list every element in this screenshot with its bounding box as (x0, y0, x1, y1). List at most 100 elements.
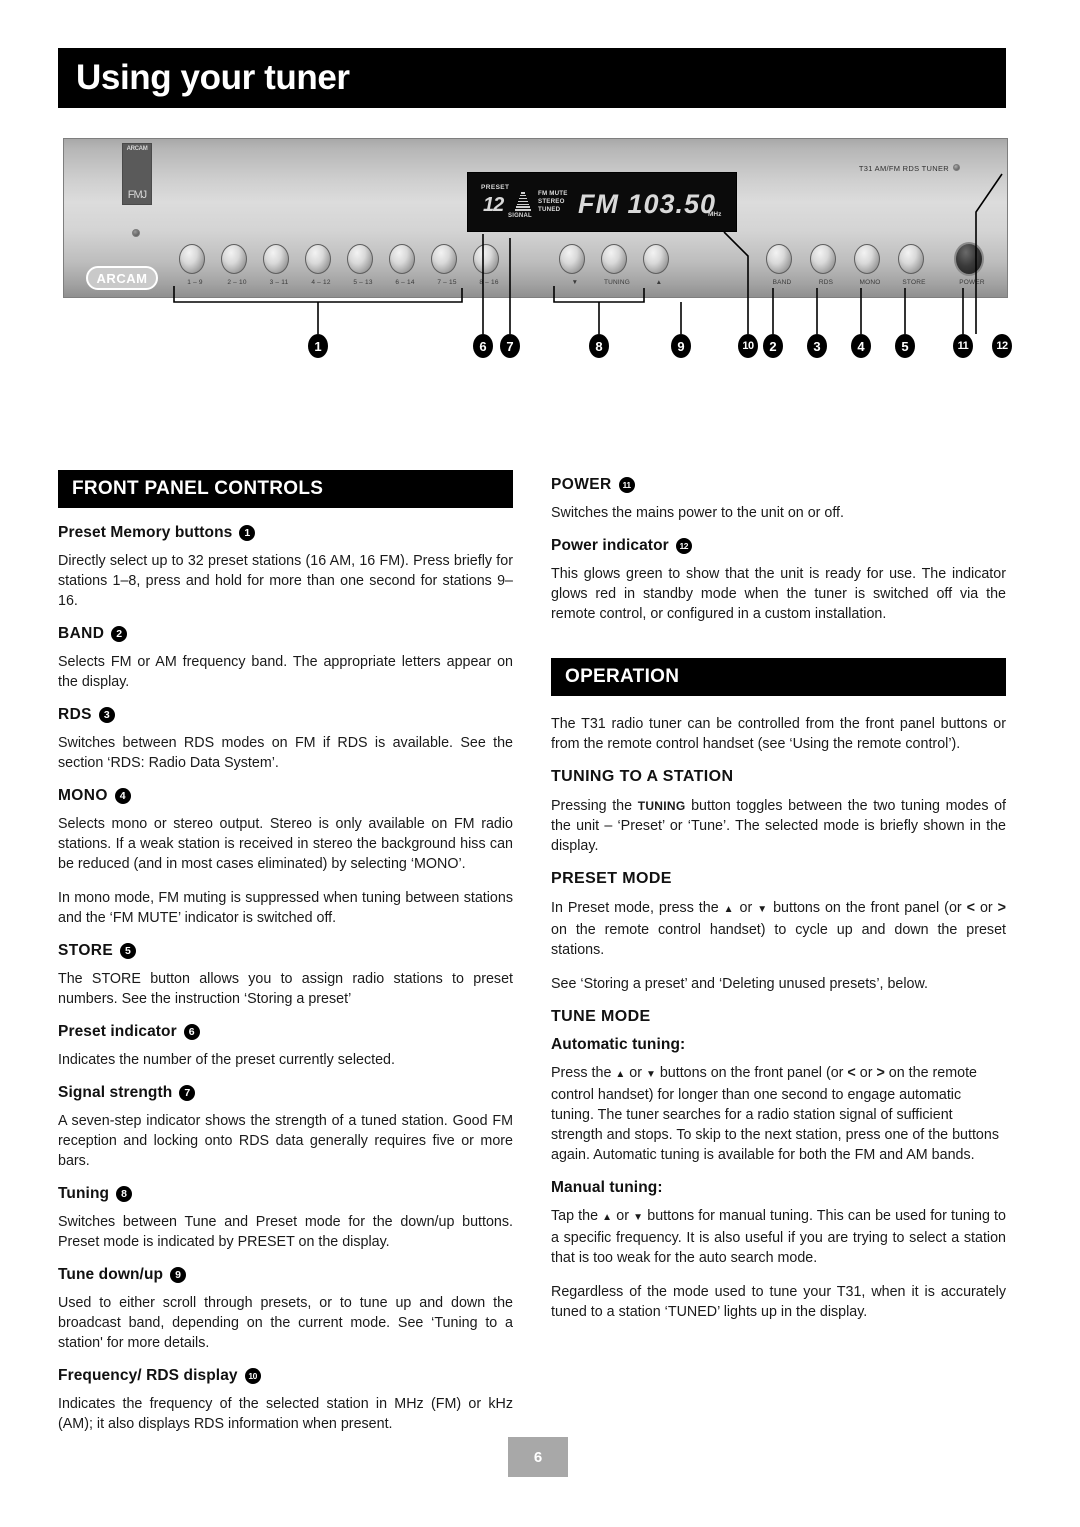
preset-button-2[interactable] (221, 244, 247, 274)
text-preset-indicator: Indicates the number of the preset curre… (58, 1052, 395, 1068)
left-chevron-icon: < (966, 900, 975, 916)
heading-power-text: POWER (551, 476, 612, 493)
heading-tuning-to-a-station: TUNING TO A STATION (551, 768, 734, 785)
heading-band-text: BAND (58, 625, 105, 642)
heading-tune-mode: TUNE MODE (551, 1008, 651, 1025)
arcam-logo: ARCAM (86, 266, 158, 290)
tune-up-button[interactable] (643, 244, 669, 274)
display-frequency: FM 103.50 (578, 189, 717, 219)
store-button[interactable] (898, 244, 924, 274)
text-manual-tuning-2: Regardless of the mode used to tune your… (551, 1284, 1006, 1320)
display-status-flags: FM MUTE STEREO TUNED (538, 190, 568, 213)
text-operation-intro: The T31 radio tuner can be controlled fr… (551, 716, 1006, 752)
heading-frequency-rds-display-text: Frequency/ RDS display (58, 1367, 238, 1384)
display-flag-tuned: TUNED (538, 205, 561, 213)
heading-store: STORE 5 (58, 942, 513, 960)
preset-button-1-label: 1 – 9 (187, 279, 203, 286)
preset-button-5[interactable] (347, 244, 373, 274)
heading-preset-indicator-text: Preset indicator (58, 1023, 177, 1040)
preset-button-8[interactable] (473, 244, 499, 274)
heading-rds: RDS 3 (58, 706, 513, 724)
section-operation-title: OPERATION (565, 666, 680, 687)
arrow-down-icon-auto (646, 1065, 656, 1081)
preset-mode-part-d: or (974, 900, 998, 916)
brand-strip-bottom-label: FMJ (127, 189, 147, 201)
callout-6: 6 (473, 334, 493, 358)
power-button[interactable] (954, 242, 984, 276)
heading-band: BAND 2 (58, 625, 513, 643)
text-preset-mode-2: See ‘Storing a preset’ and ‘Deleting unu… (551, 976, 928, 992)
text-manual-tuning-1: Tap the or buttons for manual tuning. Th… (551, 1206, 1006, 1268)
text-preset-mode-1: In Preset mode, press the or buttons on … (551, 898, 1006, 960)
inline-callout-8: 8 (116, 1186, 133, 1202)
power-button-label: POWER (959, 279, 985, 286)
heading-store-text: STORE (58, 942, 114, 959)
preset-mode-part-a: In Preset mode, press the (551, 900, 724, 916)
heading-automatic-tuning: Automatic tuning: (551, 1036, 686, 1053)
auto-part-c: buttons on the front panel (or (655, 1065, 848, 1081)
text-tuning-part1: Pressing the (551, 798, 638, 814)
preset-button-1[interactable] (179, 244, 205, 274)
tune-down-button[interactable] (559, 244, 585, 274)
preset-button-4[interactable] (305, 244, 331, 274)
band-button-label: BAND (772, 279, 792, 286)
callout-9: 9 (671, 334, 691, 358)
band-button[interactable] (766, 244, 792, 274)
store-button-label: STORE (902, 279, 926, 286)
arrow-down-icon-manual (633, 1208, 643, 1224)
heading-rds-text: RDS (58, 706, 92, 723)
text-tuning-to-a-station: Pressing the TUNING button toggles betwe… (551, 796, 1006, 856)
preset-button-3-label: 3 – 11 (269, 279, 289, 286)
preset-button-8-label: 8 – 16 (479, 279, 499, 286)
brand-strip: ARCAM FMJ (122, 143, 152, 205)
tuning-mode-button[interactable] (601, 244, 627, 274)
rds-button-label: RDS (818, 279, 834, 286)
heading-tune-down-up: Tune down/up 9 (58, 1266, 513, 1284)
heading-signal-strength: Signal strength 7 (58, 1084, 513, 1102)
heading-power: POWER 11 (551, 476, 1006, 494)
tuner-front-panel-figure: ARCAM FMJ ARCAM 1 – 9 2 – 10 3 – 11 4 – … (58, 138, 1012, 368)
text-tuning: Switches between Tune and Preset mode fo… (58, 1214, 513, 1250)
text-mono-1: Selects mono or stereo output. Stereo is… (58, 816, 513, 872)
section-front-panel-controls: FRONT PANEL CONTROLS (58, 470, 513, 508)
preset-button-2-label: 2 – 10 (227, 279, 247, 286)
text-frequency-rds-display: Indicates the frequency of the selected … (58, 1396, 513, 1432)
inline-callout-12: 12 (675, 538, 692, 554)
callout-2: 2 (763, 334, 783, 358)
text-store: The STORE button allows you to assign ra… (58, 971, 513, 1007)
heading-power-indicator: Power indicator 12 (551, 537, 1006, 555)
right-chevron-icon: > (997, 900, 1006, 916)
text-signal-strength: A seven-step indicator shows the strengt… (58, 1113, 513, 1169)
callout-8: 8 (589, 334, 609, 358)
preset-button-4-label: 4 – 12 (311, 279, 331, 286)
page-title: Using your tuner (76, 58, 350, 97)
tuner-display: PRESET 12 SIGNAL FM MUTE STEREO TUNED FM… (467, 172, 737, 232)
heading-preset-memory-buttons: Preset Memory buttons 1 (58, 524, 513, 542)
inline-callout-2: 2 (111, 626, 128, 642)
manual-part-b: or (612, 1208, 634, 1224)
manual-part-a: Tap the (551, 1208, 603, 1224)
text-rds: Switches between RDS modes on FM if RDS … (58, 735, 513, 771)
infrared-sensor-icon (132, 229, 140, 237)
inline-callout-7: 7 (179, 1085, 196, 1101)
text-tuning-bold: TUNING (637, 799, 686, 813)
text-preset-memory-buttons: Directly select up to 32 preset stations… (58, 553, 513, 609)
preset-button-3[interactable] (263, 244, 289, 274)
page-number: 6 (508, 1437, 568, 1477)
mono-button[interactable] (854, 244, 880, 274)
callout-11: 11 (953, 334, 973, 358)
callout-1: 1 (308, 334, 328, 358)
preset-mode-part-e: on the remote control handset) to cycle … (551, 922, 1006, 958)
preset-button-6[interactable] (389, 244, 415, 274)
display-signal-label: SIGNAL (508, 213, 532, 219)
text-tune-down-up: Used to either scroll through presets, o… (58, 1295, 513, 1351)
heading-frequency-rds-display: Frequency/ RDS display 10 (58, 1367, 513, 1385)
tuning-mode-label: TUNING (603, 279, 631, 286)
auto-part-b: or (625, 1065, 646, 1081)
inline-callout-11: 11 (618, 477, 635, 493)
heading-mono: MONO 4 (58, 787, 513, 805)
preset-button-7[interactable] (431, 244, 457, 274)
auto-part-d: or (855, 1065, 877, 1081)
rds-button[interactable] (810, 244, 836, 274)
display-flag-stereo: STEREO (538, 197, 565, 205)
